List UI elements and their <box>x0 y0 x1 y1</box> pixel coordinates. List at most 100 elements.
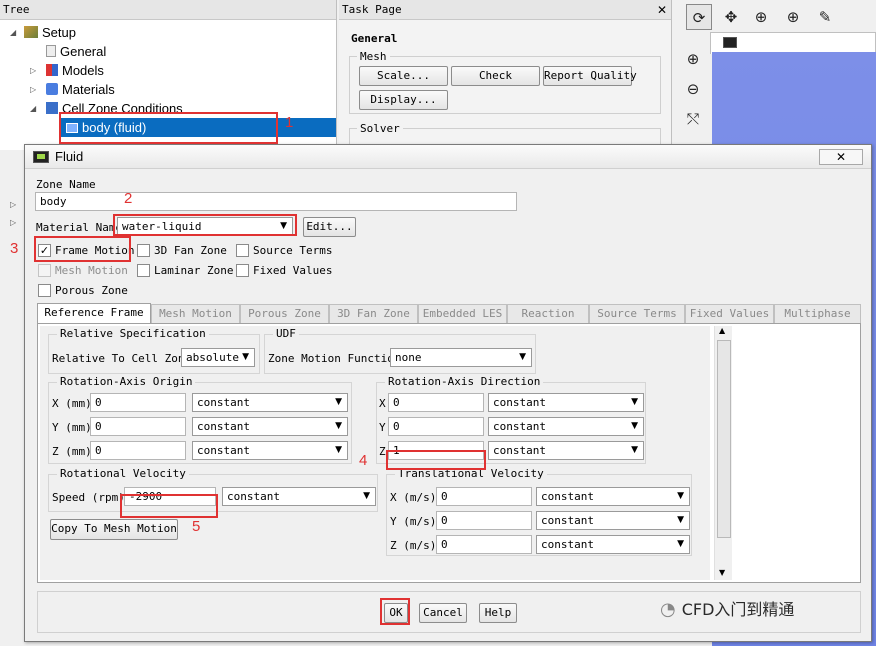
relative-to-cell-zone-select[interactable]: absolute ▼ <box>181 348 255 367</box>
edit-material-button[interactable]: Edit... <box>303 217 356 237</box>
direction-x-mode-select[interactable]: constant ▼ <box>488 393 644 412</box>
tree-item-materials[interactable]: Materials <box>46 80 115 99</box>
mesh-motion-checkbox[interactable] <box>38 264 51 277</box>
zoom-to-fit-icon[interactable]: ⊕ <box>680 46 706 72</box>
trans-y-input[interactable]: 0 <box>436 511 532 530</box>
origin-y-label: Y (mm) <box>52 421 92 434</box>
porous-zone-checkbox[interactable] <box>38 284 51 297</box>
chevron-down-icon: ▼ <box>677 539 684 549</box>
trans-z-input[interactable]: 0 <box>436 535 532 554</box>
tab-embedded-les[interactable]: Embedded LES <box>418 304 507 323</box>
annotation-1: 1 <box>285 114 294 131</box>
fan-zone-checkbox[interactable] <box>137 244 150 257</box>
tab-multiphase[interactable]: Multiphase <box>774 304 861 323</box>
fan-zone-label: 3D Fan Zone <box>154 244 227 257</box>
tree-item-models[interactable]: Models <box>46 61 104 80</box>
annotation-box-2 <box>113 214 297 236</box>
rotate-icon[interactable]: ⟳ <box>686 4 712 30</box>
origin-y-input[interactable]: 0 <box>90 417 186 436</box>
direction-x-input[interactable]: 0 <box>388 393 484 412</box>
trans-z-mode: constant <box>541 538 594 551</box>
speed-mode-select[interactable]: constant ▼ <box>222 487 376 506</box>
trans-z-label: Z (m/s) <box>390 539 437 552</box>
solver-group-title: Solver <box>357 123 403 135</box>
chevron-down-icon: ▼ <box>677 515 684 525</box>
scroll-thumb[interactable] <box>717 340 731 538</box>
origin-x-mode: constant <box>197 396 250 409</box>
scroll-down-icon[interactable]: ▼ <box>719 568 725 577</box>
origin-x-mode-select[interactable]: constant ▼ <box>192 393 348 412</box>
trans-y-label: Y (m/s) <box>390 515 437 528</box>
expand-cell-zone-icon[interactable]: ◢ <box>30 104 36 113</box>
direction-z-mode: constant <box>493 444 546 457</box>
tree-item-setup[interactable]: Setup <box>24 23 76 42</box>
source-terms-checkbox[interactable] <box>236 244 249 257</box>
zone-motion-function-select[interactable]: none ▼ <box>390 348 532 367</box>
zoom-out-icon[interactable]: ⊖ <box>680 76 706 102</box>
tree-item-label: General <box>60 44 107 59</box>
expand-icon[interactable]: ▷ <box>10 218 16 227</box>
origin-y-mode: constant <box>197 420 250 433</box>
origin-y-mode-select[interactable]: constant ▼ <box>192 417 348 436</box>
vertical-scrollbar[interactable]: ▲ ▼ <box>714 326 732 580</box>
probe-icon[interactable]: ✎ <box>812 4 838 30</box>
help-button[interactable]: Help <box>479 603 517 623</box>
zoom-icon[interactable]: ⊕ <box>748 4 774 30</box>
expand-icon[interactable]: ▷ <box>10 200 16 209</box>
scroll-up-icon[interactable]: ▲ <box>719 326 725 335</box>
scale-button[interactable]: Scale... <box>359 66 448 86</box>
tab-3d-fan-zone[interactable]: 3D Fan Zone <box>329 304 418 323</box>
tree-item-general[interactable]: General <box>46 42 106 61</box>
zone-name-input[interactable]: body <box>35 192 517 211</box>
fixed-values-checkbox[interactable] <box>236 264 249 277</box>
direction-y-input[interactable]: 0 <box>388 417 484 436</box>
materials-icon <box>46 83 58 95</box>
tab-porous-zone[interactable]: Porous Zone <box>240 304 329 323</box>
trans-z-mode-select[interactable]: constant ▼ <box>536 535 690 554</box>
tab-fixed-values[interactable]: Fixed Values <box>685 304 774 323</box>
trans-y-mode-select[interactable]: constant ▼ <box>536 511 690 530</box>
chevron-down-icon: ▼ <box>519 352 526 362</box>
relative-spec-title: Relative Specification <box>57 328 209 340</box>
direction-z-mode-select[interactable]: constant ▼ <box>488 441 644 460</box>
report-quality-button[interactable]: Report Quality <box>543 66 637 86</box>
chevron-down-icon: ▼ <box>363 491 370 501</box>
pan-icon[interactable]: ✥ <box>718 4 744 30</box>
close-icon[interactable]: ✕ <box>657 0 667 20</box>
chevron-down-icon: ▼ <box>677 491 684 501</box>
expand-setup-icon[interactable]: ◢ <box>10 28 16 37</box>
wechat-icon: ◔ <box>660 599 676 620</box>
tab-reaction[interactable]: Reaction <box>507 304 589 323</box>
origin-z-label: Z (mm) <box>52 445 92 458</box>
origin-z-input[interactable]: 0 <box>90 441 186 460</box>
copy-to-mesh-motion-button[interactable]: Copy To Mesh Motion <box>50 519 178 540</box>
trans-x-mode-select[interactable]: constant ▼ <box>536 487 690 506</box>
origin-x-input[interactable]: 0 <box>90 393 186 412</box>
tab-mesh-motion[interactable]: Mesh Motion <box>151 304 240 323</box>
laminar-zone-checkbox[interactable] <box>137 264 150 277</box>
material-name-label: Material Name <box>36 221 123 234</box>
check-button[interactable]: Check <box>451 66 540 86</box>
dialog-titlebar[interactable]: Fluid ✕ <box>25 145 871 169</box>
trans-x-input[interactable]: 0 <box>436 487 532 506</box>
direction-y-label: Y <box>379 421 386 434</box>
zoom-in-icon[interactable]: ⊕ <box>780 4 806 30</box>
task-page-header: Task Page ✕ <box>339 0 671 20</box>
origin-z-mode-select[interactable]: constant ▼ <box>192 441 348 460</box>
reference-frame-content: Relative Specification Relative To Cell … <box>40 326 710 580</box>
direction-y-mode-select[interactable]: constant ▼ <box>488 417 644 436</box>
expand-models-icon[interactable]: ▷ <box>30 66 36 75</box>
graphics-tab[interactable] <box>710 32 876 54</box>
axes-icon[interactable]: ⤲ <box>680 106 706 132</box>
cancel-button[interactable]: Cancel <box>419 603 467 623</box>
chevron-down-icon: ▼ <box>631 421 638 431</box>
watermark-text: CFD入门到精通 <box>681 600 795 619</box>
trans-x-label: X (m/s) <box>390 491 437 504</box>
display-button[interactable]: Display... <box>359 90 448 110</box>
annotation-box-4 <box>386 450 486 470</box>
tab-source-terms[interactable]: Source Terms <box>589 304 685 323</box>
dialog-close-button[interactable]: ✕ <box>819 149 863 165</box>
expand-materials-icon[interactable]: ▷ <box>30 85 36 94</box>
tab-reference-frame[interactable]: Reference Frame <box>37 303 151 324</box>
dialog-title: Fluid <box>55 149 84 164</box>
